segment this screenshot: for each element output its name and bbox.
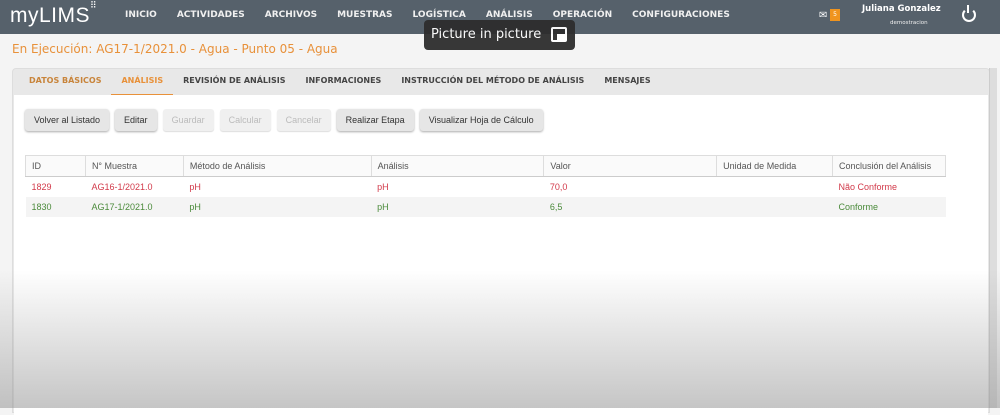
cell-muestra: AG16-1/2021.0 <box>85 176 184 197</box>
power-icon[interactable] <box>962 5 976 22</box>
tab-analisis[interactable]: ANÁLISIS <box>111 76 174 96</box>
cell-id: 1830 <box>25 196 86 217</box>
editar-button[interactable]: Editar <box>115 109 157 131</box>
col-valor[interactable]: Valor <box>543 155 718 177</box>
cell-valor: 6,5 <box>543 196 717 217</box>
menu-configuraciones[interactable]: CONFIGURACIONES <box>632 10 730 20</box>
picture-in-picture-icon <box>551 27 567 42</box>
tab-mensajes[interactable]: MENSAJES <box>594 76 660 96</box>
realizar-etapa-button[interactable]: Realizar Etapa <box>336 109 414 131</box>
menu-logistica[interactable]: LOGÍSTICA <box>413 10 466 20</box>
cell-metodo: pH <box>183 176 372 197</box>
mail-count-badge: 5 <box>830 9 840 21</box>
analysis-table: ID N° Muestra Método de Análisis Análisi… <box>25 155 946 217</box>
cell-unidad <box>716 176 833 197</box>
menu-muestras[interactable]: MUESTRAS <box>337 10 392 20</box>
table-row[interactable]: 1829 AG16-1/2021.0 pH pH 70,0 Não Confor… <box>25 176 946 197</box>
col-analisis[interactable]: Análisis <box>370 155 545 177</box>
mail-icon[interactable]: ✉ <box>819 10 827 21</box>
tab-bar: DATOS BÁSICOS ANÁLISIS REVISIÓN DE ANÁLI… <box>19 76 661 96</box>
menu-archivos[interactable]: ARCHIVOS <box>265 10 317 20</box>
cell-muestra: AG17-1/2021.0 <box>85 196 184 217</box>
cancelar-button[interactable]: Cancelar <box>276 109 331 131</box>
pip-label: Picture in picture <box>431 27 542 42</box>
menu-inicio[interactable]: INICIO <box>125 10 157 20</box>
table-header: ID N° Muestra Método de Análisis Análisi… <box>25 155 946 177</box>
logo-text: myLIMS <box>10 4 91 27</box>
user-role: demostracion <box>890 20 928 26</box>
menu-analisis[interactable]: ANÁLISIS <box>486 10 533 20</box>
menu-operacion[interactable]: OPERACIÓN <box>553 10 612 20</box>
cell-conclusion: Conforme <box>832 196 946 217</box>
tab-revision-analisis[interactable]: REVISIÓN DE ANÁLISIS <box>173 76 295 96</box>
video-overlay-gradient <box>0 270 1000 408</box>
cell-id: 1829 <box>25 176 86 197</box>
volver-listado-button[interactable]: Volver al Listado <box>25 109 110 131</box>
col-metodo[interactable]: Método de Análisis <box>182 155 372 177</box>
col-id[interactable]: ID <box>25 155 86 177</box>
table-row[interactable]: 1830 AG17-1/2021.0 pH pH 6,5 Conforme <box>25 196 946 217</box>
user-name[interactable]: Juliana Gonzalez <box>862 4 941 14</box>
cell-valor: 70,0 <box>543 176 717 197</box>
col-conclusion[interactable]: Conclusión del Análisis <box>832 155 946 177</box>
col-muestra[interactable]: N° Muestra <box>84 155 184 177</box>
main-menu: INICIO ACTIVIDADES ARCHIVOS MUESTRAS LOG… <box>125 10 750 20</box>
visualizar-hoja-calculo-button[interactable]: Visualizar Hoja de Cálculo <box>419 109 543 131</box>
guardar-button[interactable]: Guardar <box>162 109 214 131</box>
tab-datos-basicos[interactable]: DATOS BÁSICOS <box>19 76 111 96</box>
cell-conclusion: Não Conforme <box>832 176 946 197</box>
col-unidad[interactable]: Unidad de Medida <box>716 155 834 177</box>
toolbar: Volver al Listado Editar Guardar Calcula… <box>25 109 543 131</box>
tab-instruccion-metodo[interactable]: INSTRUCCIÓN DEL MÉTODO DE ANÁLISIS <box>391 76 594 96</box>
calcular-button[interactable]: Calcular <box>219 109 271 131</box>
cell-unidad <box>716 196 833 217</box>
menu-actividades[interactable]: ACTIVIDADES <box>177 10 245 20</box>
tab-informaciones[interactable]: INFORMACIONES <box>296 76 392 96</box>
logo[interactable]: myLIMS⠿ <box>10 0 97 28</box>
cell-metodo: pH <box>183 196 372 217</box>
picture-in-picture-tooltip[interactable]: Picture in picture <box>424 20 575 50</box>
cell-analisis: pH <box>371 176 544 197</box>
page-title: En Ejecución: AG17-1/2021.0 - Agua - Pun… <box>12 42 338 56</box>
cell-analisis: pH <box>371 196 544 217</box>
